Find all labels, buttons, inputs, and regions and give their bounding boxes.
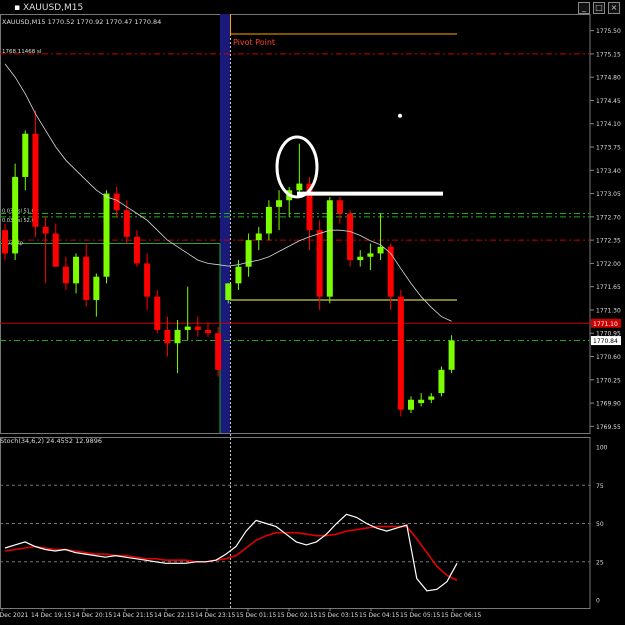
y-tick-label: 1770.25: [596, 377, 621, 384]
y-tick-label: 1775.50: [596, 28, 621, 35]
candle-bull: [418, 399, 425, 404]
candle-bull: [225, 283, 232, 300]
x-tick-label: 14 Dec 22:15: [154, 612, 195, 619]
price-chart[interactable]: 1775.50 1775.15 1774.80 1774.45 1774.10 1773.…: [0, 0, 625, 625]
y-tick-label: 1773.40: [596, 168, 621, 175]
candle-bull: [377, 246, 384, 254]
highlight-dot: [398, 113, 402, 118]
candle-bear: [336, 200, 343, 214]
y-tick-label: 1772.70: [596, 214, 621, 221]
ohlc-values: 1770.52 1770.92 1770.47 1770.84: [47, 18, 162, 26]
oscillator-level-label: 100: [596, 445, 608, 452]
y-tick-label: 1772.00: [596, 261, 621, 268]
x-tick-label: 15 Dec 02:15: [277, 612, 318, 619]
price-tag: 1771.10: [593, 321, 618, 328]
y-tick-label: 1774.80: [596, 75, 621, 82]
maximize-icon[interactable]: □: [593, 2, 605, 14]
x-tick-label: 14 Dec 19:15: [31, 612, 72, 619]
candle-bear: [52, 233, 59, 267]
candle-bull: [438, 369, 445, 394]
candle-bull: [448, 340, 455, 370]
y-tick-label: 1769.90: [596, 401, 621, 408]
y-tick-label: 1775.15: [596, 51, 621, 58]
x-tick-label: 15 Dec 03:15: [318, 612, 359, 619]
candle-bear: [387, 246, 394, 297]
candle-bear: [144, 263, 151, 297]
candle-bear: [83, 256, 90, 300]
x-tick-label: 14 Dec 23:15: [195, 612, 236, 619]
y-tick-label: 1774.45: [596, 98, 621, 105]
chart-symbol-icon: ▪: [14, 3, 21, 13]
candle-bull: [93, 276, 100, 300]
candle-bear: [2, 230, 8, 254]
candle-bull: [73, 256, 80, 284]
y-tick-label: 1774.10: [596, 121, 621, 128]
candle-bull: [103, 193, 110, 277]
price-tag: 1770.84: [593, 338, 618, 345]
candle-bear: [215, 333, 222, 370]
candle-bull: [174, 329, 181, 344]
oscillator-level-label: 50: [596, 521, 604, 528]
candle-bull: [255, 233, 262, 241]
candle-bull: [408, 399, 414, 410]
candle-bull: [367, 253, 374, 257]
ohlc-symbol: XAUUSD,M15: [2, 18, 46, 26]
close-icon[interactable]: ×: [608, 2, 620, 14]
candle-bull: [326, 200, 333, 297]
y-tick-label: 1770.60: [596, 354, 621, 361]
candle-bull: [357, 256, 364, 261]
candle-bull: [22, 133, 29, 177]
candle-bear: [397, 296, 404, 410]
candle-bull: [235, 266, 242, 284]
candle-bear: [123, 210, 130, 237]
candle-bull: [184, 326, 191, 330]
y-tick-label: 1773.05: [596, 191, 621, 198]
candle-bear: [194, 326, 201, 330]
main-plot-frame: [0, 14, 591, 434]
y-tick-label: 1771.30: [596, 307, 621, 314]
y-tick-label: 1773.75: [596, 145, 621, 152]
y-tick-label: 1771.65: [596, 284, 621, 291]
oscillator-level-label: 25: [596, 559, 604, 566]
x-tick-label: 15 Dec 01:15: [236, 612, 277, 619]
sl-level-label: 1768.11468 sl: [2, 49, 42, 55]
candle-bear: [316, 230, 323, 297]
candle-bear: [205, 329, 211, 334]
x-tick-label: 14 Dec 21:15: [113, 612, 154, 619]
candle-bull: [265, 206, 272, 234]
chart-window: 1775.50 1775.15 1774.80 1774.45 1774.10 1773.…: [0, 0, 625, 625]
oscillator-level-label: 0: [596, 598, 600, 605]
candle-bear: [133, 236, 140, 264]
candle-bear: [154, 296, 161, 330]
minimize-icon[interactable]: _: [578, 2, 590, 14]
x-tick-label: 14 Dec 20:15: [72, 612, 113, 619]
y-tick-label: 1769.55: [596, 424, 621, 431]
x-tick-label: 15 Dec 04:15: [359, 612, 400, 619]
candle-bear: [42, 226, 49, 234]
left-label-2: 0.039 sl 52.00: [2, 218, 38, 224]
y-tick-label: 1772.35: [596, 238, 621, 245]
window-title-text: XAUUSD,M15: [22, 3, 84, 13]
candle-bear: [62, 266, 69, 284]
left-label-1: 0.039 sl 51.00: [2, 209, 38, 215]
stochastic-title: Stoch(34,6,2) 24.4552 12.9896: [0, 437, 102, 445]
ohlc-readout: XAUUSD,M15 1770.52 1770.92 1770.47 1770.…: [2, 18, 161, 26]
candle-bull: [12, 176, 19, 254]
candle-bear: [32, 133, 39, 227]
candle-bull: [296, 183, 303, 191]
candle-bull: [428, 396, 435, 400]
x-tick-label: 15 Dec 06:15: [441, 612, 482, 619]
candle-bull: [276, 200, 283, 207]
window-title: ▪ XAUUSD,M15: [14, 3, 83, 13]
pivot-label: Pivot Point: [233, 38, 275, 47]
x-tick-label: 14 Dec 2021: [0, 612, 29, 619]
candle-bear: [164, 329, 171, 344]
candle-bear: [347, 213, 354, 261]
session-band: [220, 14, 230, 433]
x-tick-label: 15 Dec 05:15: [400, 612, 441, 619]
oscillator-level-label: 75: [596, 483, 604, 490]
